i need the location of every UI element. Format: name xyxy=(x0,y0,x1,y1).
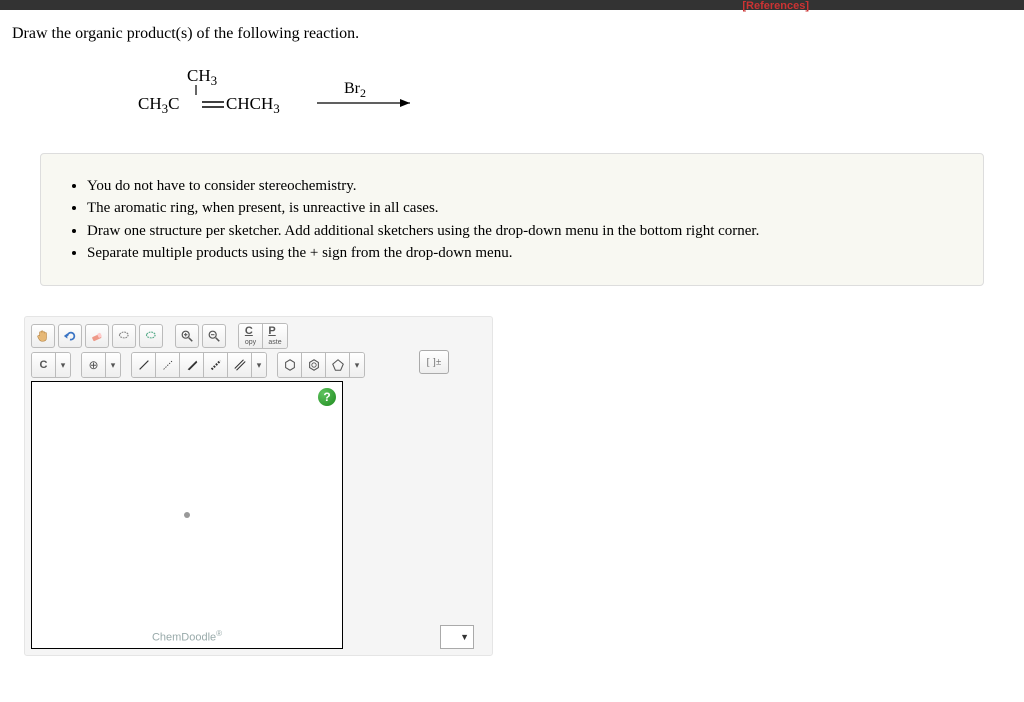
lasso2-button[interactable] xyxy=(139,324,163,348)
bond-single-icon xyxy=(137,358,151,372)
lasso2-icon xyxy=(144,329,158,343)
svg-text:CH3C: CH3C xyxy=(138,94,179,116)
bond-dashed-icon xyxy=(209,358,223,372)
reaction-diagram: CH3 CH3C CHCH3 Br2 xyxy=(132,63,1012,123)
charge-button[interactable]: ⊕ xyxy=(82,353,106,377)
lasso-button[interactable] xyxy=(112,324,136,348)
references-link[interactable]: [References] xyxy=(742,0,809,12)
benzene-icon xyxy=(307,358,321,372)
bond-double-button[interactable] xyxy=(228,353,252,377)
element-picker-button[interactable]: C xyxy=(32,353,56,377)
bond-dashed-button[interactable] xyxy=(204,353,228,377)
brand-label: ChemDoodle® xyxy=(152,629,222,644)
bond-bold-button[interactable] xyxy=(180,353,204,377)
bond-bold-icon xyxy=(185,358,199,372)
ring-benzene-button[interactable] xyxy=(302,353,326,377)
toolbar-row-1: Copy Paste xyxy=(31,323,486,349)
question-prompt: Draw the organic product(s) of the follo… xyxy=(12,25,1012,43)
bond-dropdown[interactable]: ▾ xyxy=(252,353,266,377)
copy-button[interactable]: Copy xyxy=(239,324,263,348)
hand-icon xyxy=(36,329,50,343)
bond-recessed-button[interactable] xyxy=(156,353,180,377)
zoom-out-button[interactable] xyxy=(202,324,226,348)
svg-text:CHCH3: CHCH3 xyxy=(226,94,280,116)
hexagon-icon xyxy=(283,358,297,372)
instruction-item: Draw one structure per sketcher. Add add… xyxy=(87,221,955,241)
sketcher-canvas[interactable]: ? ChemDoodle® xyxy=(31,381,343,649)
hand-tool-button[interactable] xyxy=(31,324,55,348)
svg-text:CH3: CH3 xyxy=(187,66,217,88)
eraser-button[interactable] xyxy=(85,324,109,348)
undo-button[interactable] xyxy=(58,324,82,348)
instruction-item: The aromatic ring, when present, is unre… xyxy=(87,198,955,218)
toolbar-row-2: C ▾ ⊕ ▾ ▾ ▾ xyxy=(31,352,486,378)
canvas-center-dot xyxy=(184,512,190,518)
help-button[interactable]: ? xyxy=(318,388,336,406)
svg-text:Br2: Br2 xyxy=(344,80,366,100)
instruction-item: You do not have to consider stereochemis… xyxy=(87,176,955,196)
pentagon-icon xyxy=(331,358,345,372)
add-sketcher-dropdown[interactable]: ▼ xyxy=(440,625,474,649)
zoom-in-button[interactable] xyxy=(175,324,199,348)
paste-button[interactable]: Paste xyxy=(263,324,287,348)
element-dropdown[interactable]: ▾ xyxy=(56,353,70,377)
bond-recessed-icon xyxy=(161,358,175,372)
eraser-icon xyxy=(90,329,104,343)
bracket-button[interactable]: [ ]± xyxy=(419,350,449,374)
instruction-item: Separate multiple products using the + s… xyxy=(87,243,955,263)
sketcher-panel: Copy Paste C ▾ ⊕ ▾ ▾ xyxy=(24,316,493,656)
undo-icon xyxy=(63,329,77,343)
ring-cyclopentane-button[interactable] xyxy=(326,353,350,377)
lasso-icon xyxy=(117,329,131,343)
content-area: Draw the organic product(s) of the follo… xyxy=(0,10,1024,671)
zoom-in-icon xyxy=(180,329,194,343)
charge-dropdown[interactable]: ▾ xyxy=(106,353,120,377)
ring-cyclohexane-button[interactable] xyxy=(278,353,302,377)
top-bar: [References] xyxy=(0,0,1024,10)
zoom-out-icon xyxy=(207,329,221,343)
instructions-panel: You do not have to consider stereochemis… xyxy=(40,153,984,286)
bond-single-button[interactable] xyxy=(132,353,156,377)
ring-dropdown[interactable]: ▾ xyxy=(350,353,364,377)
bond-double-icon xyxy=(233,358,247,372)
